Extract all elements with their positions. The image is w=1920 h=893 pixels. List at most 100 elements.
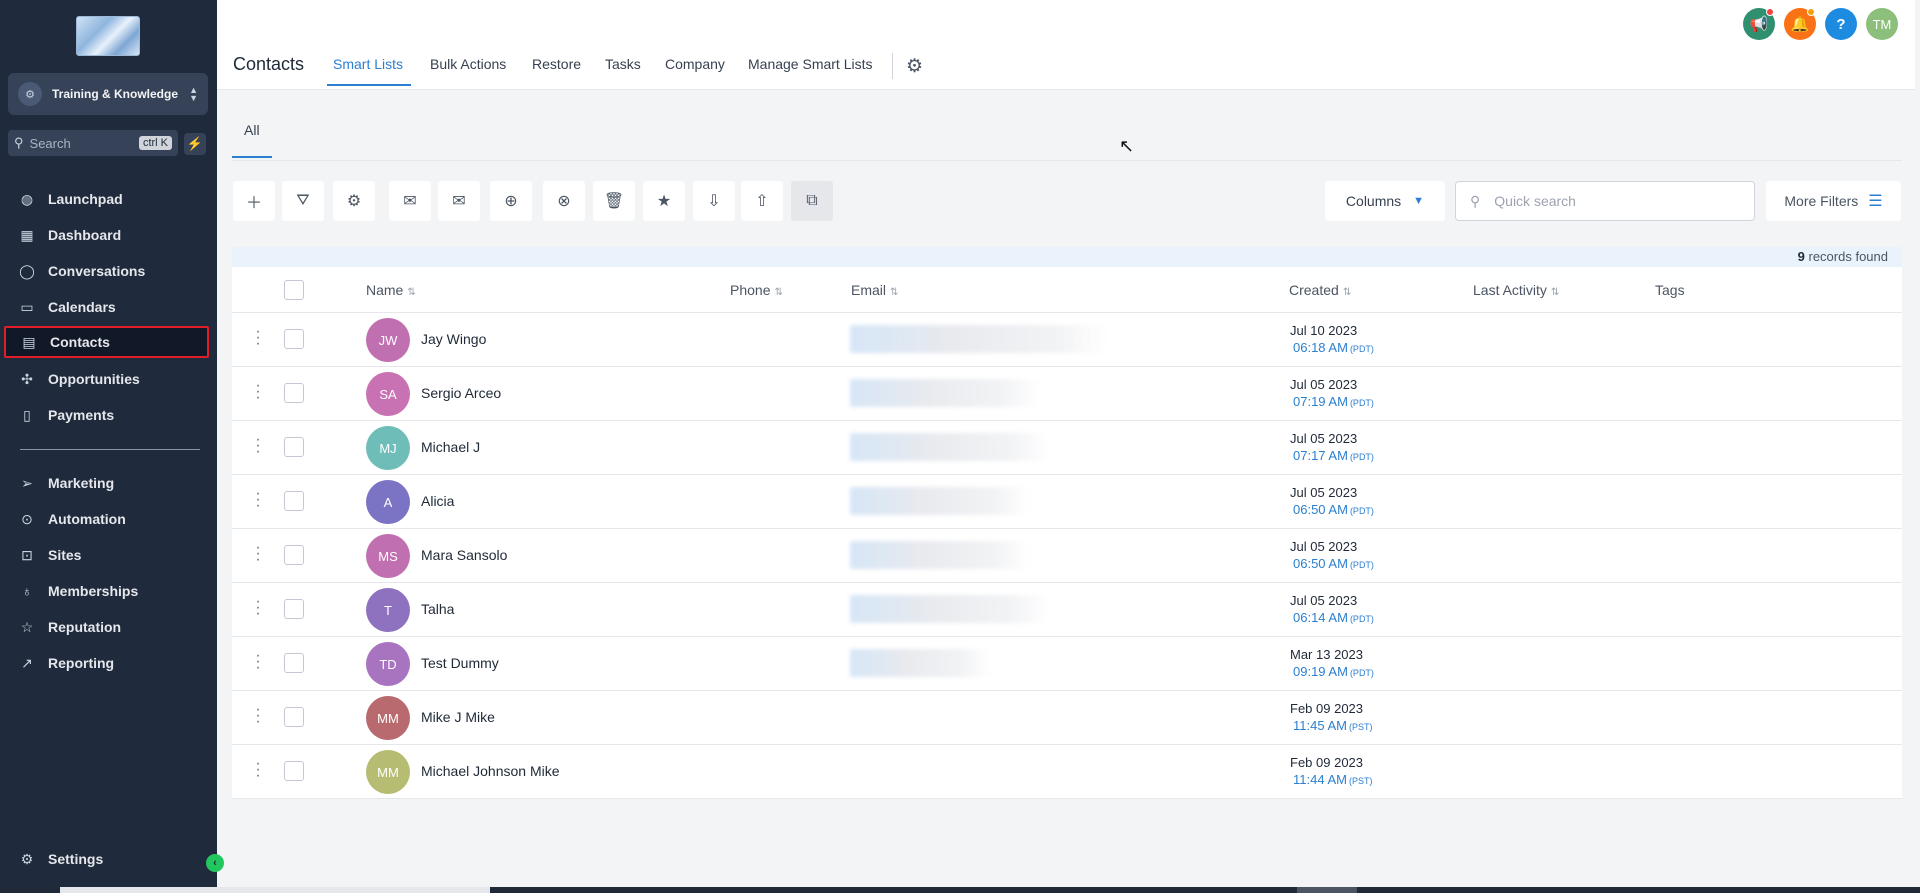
contact-name[interactable]: Sergio Arceo [421, 385, 501, 401]
contact-name[interactable]: Mara Sansolo [421, 547, 507, 563]
tab-restore[interactable]: Restore [532, 56, 581, 72]
timezone-label: (PDT) [1349, 344, 1374, 354]
table-row[interactable]: · · · JW Jay Wingo Jul 10 2023 06:18 AM (PDT) [232, 313, 1902, 367]
row-menu-kebab-icon[interactable]: · · · [254, 756, 262, 784]
contact-name[interactable]: Mike J Mike [421, 709, 495, 725]
sidebar-item-contacts[interactable]: ▤ Contacts [4, 326, 209, 358]
created-time: 11:44 AM (PST) [1293, 772, 1372, 787]
sidebar-item-automation[interactable]: ⊙ Automation [4, 503, 209, 535]
export-upload-icon[interactable]: ⇧ [741, 181, 783, 221]
more-filters-button[interactable]: More Filters ☰ [1766, 181, 1901, 221]
table-row[interactable]: · · · MM Mike J Mike Feb 09 2023 11:45 AM (PST) [232, 691, 1902, 745]
table-row[interactable]: · · · A Alicia Jul 05 2023 06:50 AM (PDT) [232, 475, 1902, 529]
contact-name[interactable]: Michael Johnson Mike [421, 763, 560, 779]
row-checkbox[interactable] [284, 653, 304, 673]
sidebar-item-calendars[interactable]: ▭ Calendars [4, 291, 209, 323]
tab-smart-lists[interactable]: Smart Lists [333, 56, 403, 72]
sidebar-item-reporting[interactable]: ↗ Reporting [4, 647, 209, 679]
row-checkbox[interactable] [284, 545, 304, 565]
column-header-name[interactable]: Name ⇅ [366, 282, 416, 298]
contact-name[interactable]: Test Dummy [421, 655, 499, 671]
collapse-sidebar-chevron-icon[interactable]: ‹ [206, 854, 224, 872]
table-row[interactable]: · · · MJ Michael J Jul 05 2023 07:17 AM (PDT) [232, 421, 1902, 475]
row-menu-kebab-icon[interactable]: · · · [254, 486, 262, 514]
row-menu-kebab-icon[interactable]: · · · [254, 540, 262, 568]
gear-icon[interactable]: ⚙ [906, 55, 923, 78]
company-logo[interactable] [76, 16, 140, 56]
table-row[interactable]: · · · SA Sergio Arceo Jul 05 2023 07:19 AM (PDT… [232, 367, 1902, 421]
row-menu-kebab-icon[interactable]: · · · [254, 324, 262, 352]
tab-tasks[interactable]: Tasks [605, 56, 641, 72]
created-time: 09:19 AM (PDT) [1293, 664, 1374, 679]
chevron-updown-icon: ▲ ▼ [189, 85, 198, 103]
row-checkbox[interactable] [284, 437, 304, 457]
contact-name[interactable]: Michael J [421, 439, 480, 455]
sidebar-item-memberships[interactable]: ♁ Memberships [4, 575, 209, 607]
row-menu-kebab-icon[interactable]: · · · [254, 702, 262, 730]
sidebar-item-marketing[interactable]: ➢ Marketing [4, 467, 209, 499]
row-menu-kebab-icon[interactable]: · · · [254, 378, 262, 406]
filter-icon[interactable]: ⛛ [282, 181, 324, 221]
row-checkbox[interactable] [284, 707, 304, 727]
help-icon[interactable]: ? [1825, 8, 1857, 40]
merge-contacts-icon[interactable]: ⧉ [791, 181, 833, 221]
sidebar-item-launchpad[interactable]: ◍ Launchpad [4, 183, 209, 215]
contact-name[interactable]: Talha [421, 601, 454, 617]
sidebar-item-reputation[interactable]: ☆ Reputation [4, 611, 209, 643]
table-row[interactable]: · · · MM Michael Johnson Mike Feb 09 2023 11:4… [232, 745, 1902, 799]
sms-message-icon[interactable]: ✉ [389, 181, 431, 221]
quick-search-input[interactable] [1494, 193, 1735, 209]
column-header-last-activity[interactable]: Last Activity ⇅ [1473, 282, 1559, 298]
import-download-icon[interactable]: ⇩ [693, 181, 735, 221]
column-header-phone[interactable]: Phone ⇅ [730, 282, 783, 298]
contact-name[interactable]: Jay Wingo [421, 331, 486, 347]
sidebar-item-dashboard[interactable]: ▦ Dashboard [4, 219, 209, 251]
email-envelope-icon[interactable]: ✉ [438, 181, 480, 221]
automation-robot-icon[interactable]: ⚙ [333, 181, 375, 221]
columns-dropdown[interactable]: Columns ▼ [1325, 181, 1445, 221]
row-checkbox[interactable] [284, 761, 304, 781]
trash-icon[interactable]: 🗑 [593, 181, 635, 221]
row-checkbox[interactable] [284, 383, 304, 403]
account-switcher[interactable]: ⚙ Training & Knowledge ▲ ▼ [8, 73, 208, 115]
row-menu-kebab-icon[interactable]: · · · [254, 432, 262, 460]
remove-tag-icon[interactable]: ⊗ [543, 181, 585, 221]
row-checkbox[interactable] [284, 491, 304, 511]
sidebar-item-conversations[interactable]: ◯ Conversations [4, 255, 209, 287]
sidebar-item-settings[interactable]: ⚙ Settings [4, 843, 209, 875]
sidebar-item-sites[interactable]: ⊡ Sites [4, 539, 209, 571]
select-all-checkbox[interactable] [284, 280, 304, 300]
subtab-all[interactable]: All [244, 122, 260, 138]
sidebar-search[interactable]: ⚲ Search ctrl K [8, 130, 178, 156]
row-checkbox[interactable] [284, 599, 304, 619]
row-checkbox[interactable] [284, 329, 304, 349]
row-menu-kebab-icon[interactable]: · · · [254, 594, 262, 622]
column-header-created[interactable]: Created ⇅ [1289, 282, 1351, 298]
quick-search: ⚲ [1455, 181, 1755, 221]
tab-manage-smart-lists[interactable]: Manage Smart Lists [748, 56, 873, 72]
scrollbar-thumb[interactable] [60, 887, 490, 893]
table-row[interactable]: · · · TD Test Dummy Mar 13 2023 09:19 AM (PDT) [232, 637, 1902, 691]
tab-company[interactable]: Company [665, 56, 725, 72]
star-icon[interactable]: ★ [643, 181, 685, 221]
quick-action-bolt-icon[interactable]: ⚡ [184, 133, 206, 155]
sidebar-item-label: Conversations [48, 263, 146, 279]
table-row[interactable]: · · · MS Mara Sansolo Jul 05 2023 06:50 AM (PDT… [232, 529, 1902, 583]
active-tab-indicator [327, 84, 411, 86]
created-time-value: 09:19 AM [1293, 664, 1348, 679]
columns-label: Columns [1345, 193, 1402, 209]
table-row[interactable]: · · · T Talha Jul 05 2023 06:14 AM (PDT) [232, 583, 1902, 637]
contact-name[interactable]: Alicia [421, 493, 454, 509]
row-menu-kebab-icon[interactable]: · · · [254, 648, 262, 676]
column-header-tags: Tags [1655, 282, 1685, 298]
bottom-scrollbar[interactable] [0, 887, 1920, 893]
announcement-megaphone-icon[interactable]: 📢 [1743, 8, 1775, 40]
add-contact-plus-icon[interactable]: ＋ [233, 181, 275, 221]
sidebar-item-opportunities[interactable]: ✣ Opportunities [4, 363, 209, 395]
bell-icon[interactable]: 🔔 [1784, 8, 1816, 40]
sidebar-item-payments[interactable]: ▯ Payments [4, 399, 209, 431]
column-header-email[interactable]: Email ⇅ [851, 282, 898, 298]
user-avatar[interactable]: TM [1866, 8, 1898, 40]
add-tag-icon[interactable]: ⊕ [490, 181, 532, 221]
tab-bulk-actions[interactable]: Bulk Actions [430, 56, 506, 72]
